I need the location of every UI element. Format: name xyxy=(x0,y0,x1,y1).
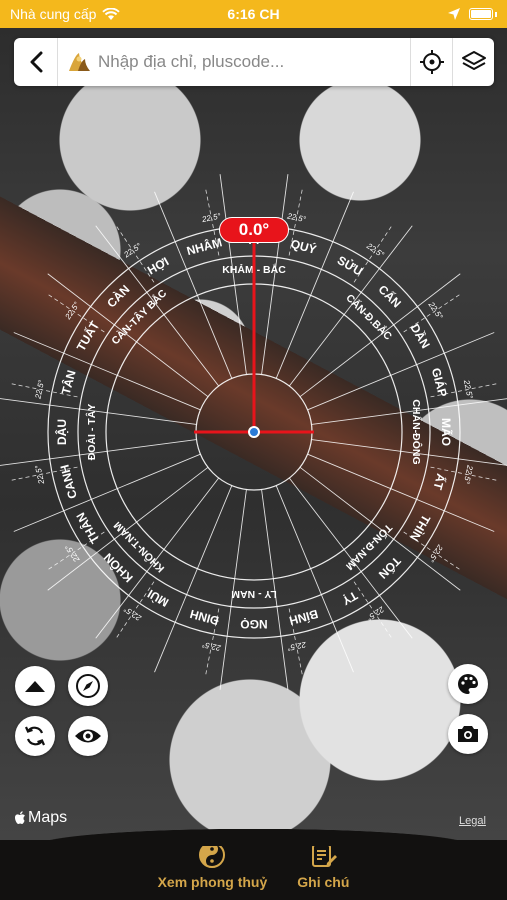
mountain-label: TÂN xyxy=(58,368,79,396)
degree-tick-label: 22.5° xyxy=(200,211,222,224)
mountain-label: CÀN xyxy=(104,282,133,311)
degree-tick-label: 22.5° xyxy=(122,241,144,260)
mountain-label: TUẤT xyxy=(73,318,102,354)
sector-line xyxy=(311,439,507,466)
mountain-label: THÂN xyxy=(73,510,103,546)
tab-feng-shui[interactable]: Xem phong thuỷ xyxy=(157,840,268,900)
tab-feng-shui-label: Xem phong thuỷ xyxy=(157,874,268,890)
palette-icon xyxy=(458,674,478,694)
mountain-label: NGỌ xyxy=(240,617,267,631)
eye-icon xyxy=(75,729,101,743)
degree-tick-label: 22.5° xyxy=(426,542,445,564)
bottom-tab-bar: Xem phong thuỷ Ghi chú xyxy=(0,826,507,900)
mountain-label: NHÂM xyxy=(185,234,224,258)
rotate-button[interactable] xyxy=(15,716,55,756)
degree-tick-label: 22.5° xyxy=(462,464,475,486)
mountain-label: QUÝ xyxy=(289,236,318,257)
degree-tick-label: 22.5° xyxy=(364,604,386,623)
mountain-label: TỴ xyxy=(340,588,360,608)
maps-attribution: Maps xyxy=(14,809,67,827)
mountain-label: CANH xyxy=(57,463,79,500)
degree-tick-label: 22.5° xyxy=(33,379,46,401)
mountain-label: ẤT xyxy=(430,472,449,492)
yin-yang-icon xyxy=(199,842,226,868)
degree-tick-label: 22.5° xyxy=(364,241,386,260)
mountain-label: MÃO xyxy=(439,418,454,446)
degree-tick-label: 22.5° xyxy=(286,211,308,224)
trigram-label: CHẤN-ĐÔNG xyxy=(410,399,423,464)
degree-tick-label: 22.5° xyxy=(462,378,475,400)
maps-label: Maps xyxy=(28,809,68,826)
mountain-label: KHÔN xyxy=(100,550,136,586)
refresh-icon xyxy=(24,726,46,746)
sector-line xyxy=(311,398,507,425)
screenshot-button[interactable] xyxy=(448,714,488,754)
sector-line xyxy=(0,439,197,466)
triangle-icon xyxy=(25,681,45,692)
mountain-label: DẬU xyxy=(54,419,69,445)
visibility-button[interactable] xyxy=(68,716,108,756)
tab-notes[interactable]: Ghi chú xyxy=(297,840,349,900)
trigram-label: LY - NAM xyxy=(231,588,277,600)
degree-tick-label: 22.5° xyxy=(426,300,445,322)
mountain-label: ĐINH xyxy=(188,607,220,628)
center-location-dot xyxy=(248,426,260,438)
mountain-label: GIÁP xyxy=(429,366,451,398)
degree-tick-label: 22.5° xyxy=(201,640,223,653)
degree-tick-label: 22.5° xyxy=(63,300,82,322)
mountain-label: HỢI xyxy=(145,254,171,277)
heading-degree-badge: 0.0° xyxy=(219,217,289,243)
degree-tick-label: 22.5° xyxy=(122,604,144,623)
degree-tick-label: 22.5° xyxy=(63,542,82,564)
compass-mode-button[interactable] xyxy=(68,666,108,706)
apple-logo-icon xyxy=(15,811,25,824)
degree-tick-label: 22.5° xyxy=(286,640,308,653)
notes-icon xyxy=(312,844,338,867)
compass-needle-icon xyxy=(76,674,100,698)
camera-icon xyxy=(458,726,478,742)
color-theme-button[interactable] xyxy=(448,664,488,704)
degree-tick-label: 22.5° xyxy=(33,464,46,486)
tab-notes-label: Ghi chú xyxy=(297,874,350,890)
sector-line xyxy=(0,398,197,425)
elevation-button[interactable] xyxy=(15,666,55,706)
mountain-label: BÍNH xyxy=(288,607,320,629)
mountain-label: CẤN xyxy=(376,282,405,311)
trigram-label: ĐOÀI - TÂY xyxy=(85,404,98,461)
feng-shui-compass: TÝQUÝSỬUCẤNDẦNGIÁPMÃOẤTTHÌNTỐNTỴBÍNHNGỌĐ… xyxy=(0,174,507,690)
